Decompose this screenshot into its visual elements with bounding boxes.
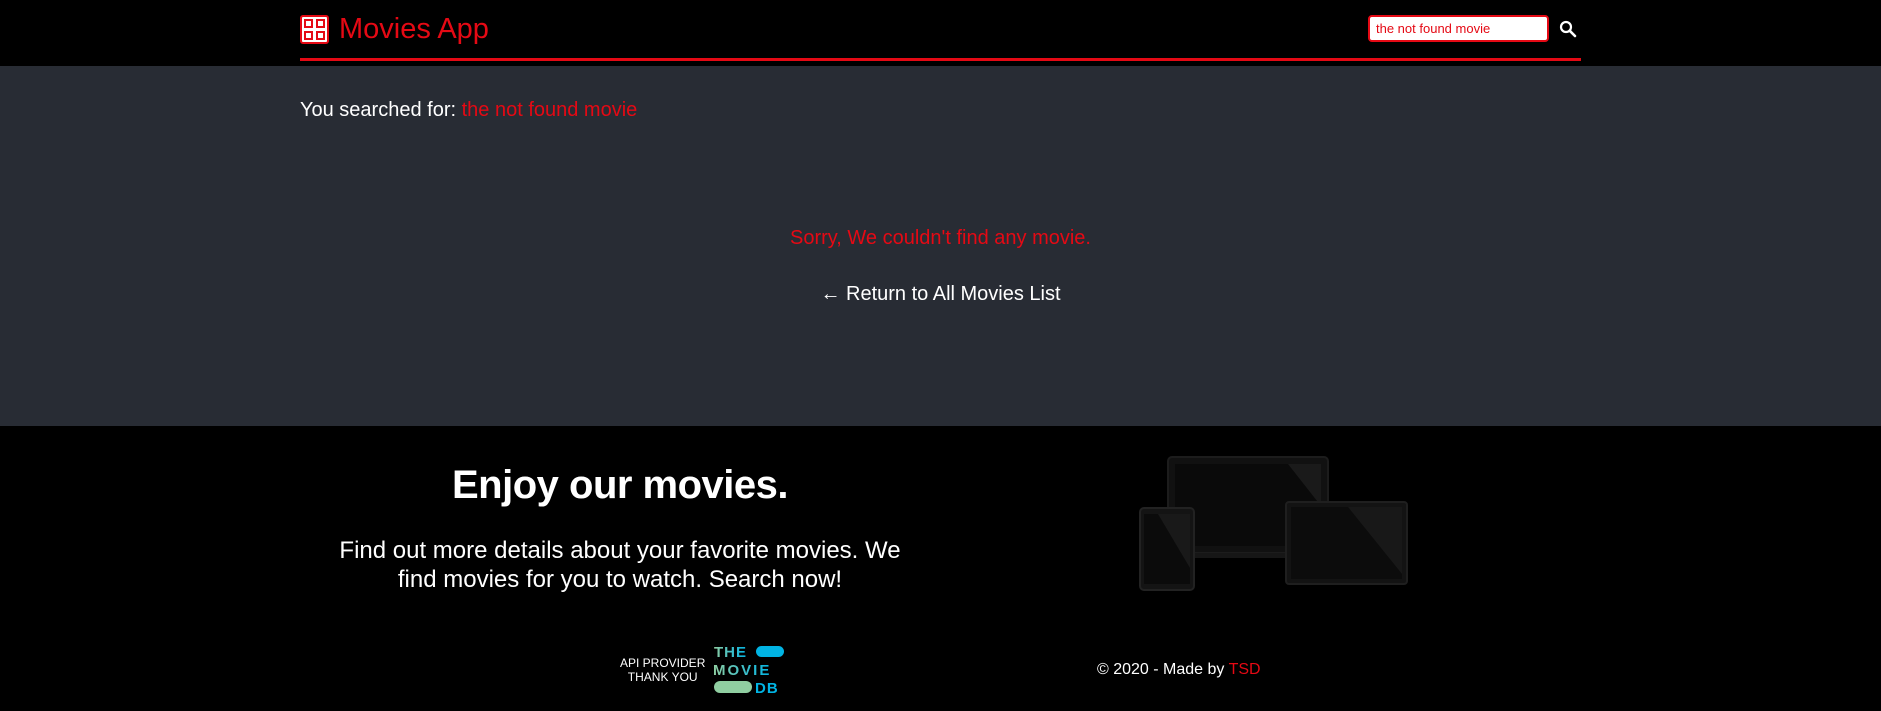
return-link-label[interactable]: Return to All Movies List: [846, 283, 1061, 305]
search-icon: [1559, 20, 1577, 37]
brand-link[interactable]: Movies App: [300, 13, 489, 45]
film-grid-icon: [300, 14, 329, 44]
main-content: You searched for: the not found movie So…: [0, 66, 1881, 426]
copyright-text: © 2020 - Made by: [1097, 661, 1225, 678]
return-link[interactable]: ← Return to All Movies List: [0, 283, 1881, 306]
header: Movies App: [0, 0, 1881, 66]
api-provider-line1: API PROVIDER: [620, 656, 706, 670]
api-provider-line2: THANK YOU: [627, 670, 698, 684]
app-title: Movies App: [339, 13, 489, 45]
api-provider: API PROVIDER THANK YOU THE MOVIE DB: [620, 643, 785, 697]
search-input[interactable]: [1368, 15, 1549, 42]
search-summary: You searched for: the not found movie: [300, 99, 637, 122]
svg-text:DB: DB: [755, 680, 779, 697]
api-provider-text: API PROVIDER THANK YOU: [620, 656, 705, 684]
tmdb-logo[interactable]: THE MOVIE DB: [713, 643, 785, 697]
search-button[interactable]: [1555, 16, 1581, 42]
footer-heading: Enjoy our movies.: [451, 463, 789, 507]
svg-text:THE: THE: [714, 644, 747, 661]
svg-text:MOVIE: MOVIE: [713, 662, 771, 679]
searched-label: You searched for:: [300, 99, 457, 121]
footer-description: Find out more details about your favorit…: [339, 537, 901, 593]
search-bar: [1368, 15, 1581, 42]
header-bar: Movies App: [300, 0, 1581, 61]
devices-illustration: [1139, 456, 1408, 591]
searched-query: the not found movie: [461, 99, 638, 121]
footer: Enjoy our movies. Find out more details …: [0, 426, 1881, 711]
copyright: © 2020 - Made by TSD: [1097, 661, 1261, 679]
maker-link[interactable]: TSD: [1229, 661, 1261, 678]
not-found-message: Sorry, We couldn't find any movie.: [790, 227, 1091, 249]
arrow-left-icon: ←: [820, 283, 841, 305]
